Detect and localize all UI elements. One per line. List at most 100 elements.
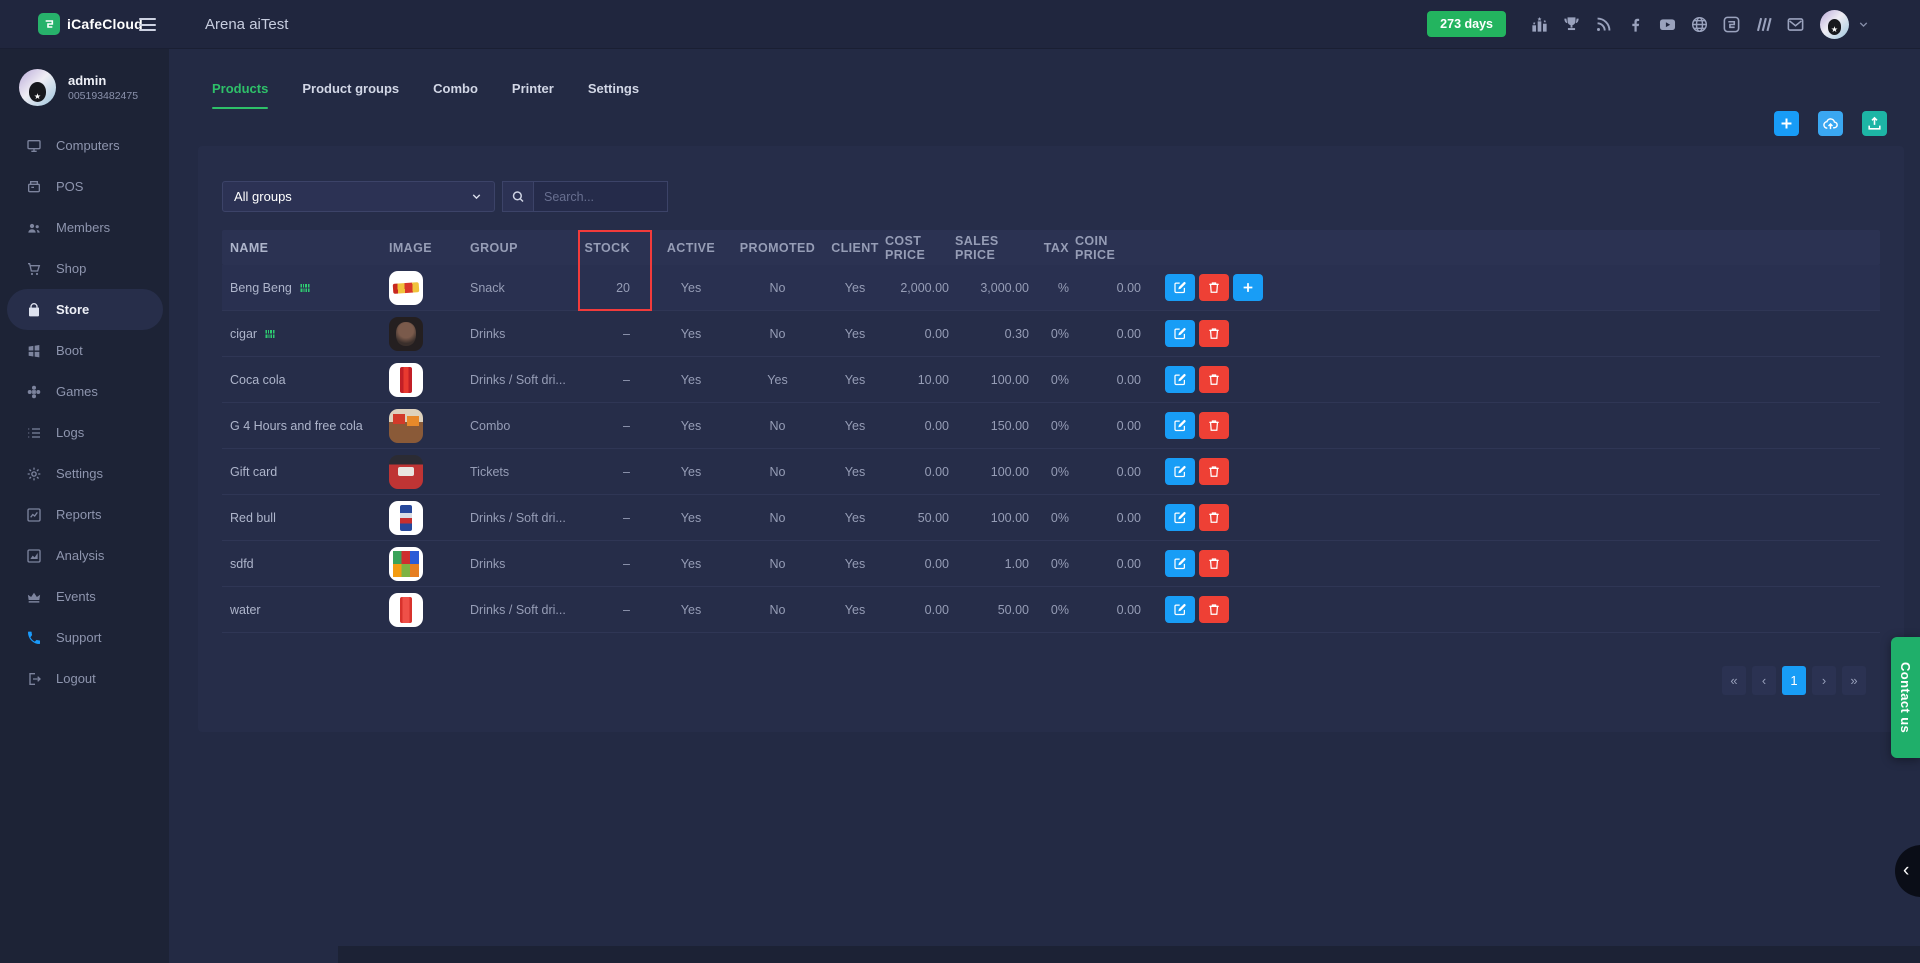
sidebar-item-label: Analysis: [56, 548, 104, 563]
column-header-cost-price[interactable]: COST PRICE: [885, 230, 955, 265]
cell-promoted: No: [730, 587, 825, 632]
contact-us-button[interactable]: Contact us: [1891, 637, 1920, 758]
rss-icon[interactable]: [1594, 15, 1613, 34]
tab-product-groups[interactable]: Product groups: [302, 81, 399, 109]
user-avatar[interactable]: [1820, 10, 1849, 39]
facebook-icon[interactable]: [1626, 15, 1645, 34]
pagination-prev[interactable]: ‹: [1752, 666, 1776, 695]
search-icon[interactable]: [502, 181, 534, 212]
sidebar-item-support[interactable]: Support: [7, 617, 163, 658]
layers-icon[interactable]: [1754, 15, 1773, 34]
shop-icon: [26, 261, 42, 277]
delete-product-button[interactable]: [1199, 412, 1229, 439]
upload-button[interactable]: [1862, 111, 1887, 136]
column-header-image[interactable]: IMAGE: [385, 230, 462, 265]
delete-product-button[interactable]: [1199, 550, 1229, 577]
table-row-beng-beng: Beng BengSnack20YesNoYes2,000.003,000.00…: [222, 265, 1880, 311]
globe-icon[interactable]: [1690, 15, 1709, 34]
hamburger-menu-icon[interactable]: [139, 18, 156, 31]
cell-cost-price: 10.00: [885, 357, 955, 402]
sidebar-avatar[interactable]: [19, 69, 56, 106]
cell-active: Yes: [652, 495, 730, 540]
user-id: 005193482475: [68, 90, 138, 102]
youtube-icon[interactable]: [1658, 15, 1677, 34]
chevron-down-icon[interactable]: [1857, 18, 1870, 31]
column-header-group[interactable]: GROUP: [462, 230, 578, 265]
sidebar-menu: ComputersPOSMembersShopStoreBootGamesLog…: [0, 116, 169, 699]
sidebar-item-boot[interactable]: Boot: [7, 330, 163, 371]
table-toolbar: All groups: [222, 181, 1880, 212]
sidebar-item-settings[interactable]: Settings: [7, 453, 163, 494]
plus-button[interactable]: [1774, 111, 1799, 136]
events-icon: [26, 589, 42, 605]
sidebar-item-games[interactable]: Games: [7, 371, 163, 412]
cell-cost-price: 0.00: [885, 311, 955, 356]
delete-product-button[interactable]: [1199, 596, 1229, 623]
sidebar-item-members[interactable]: Members: [7, 207, 163, 248]
license-days-badge[interactable]: 273 days: [1427, 11, 1506, 37]
column-header-coin-price[interactable]: COIN PRICE: [1075, 230, 1147, 265]
sidebar-item-logs[interactable]: Logs: [7, 412, 163, 453]
ranking-icon[interactable]: [1530, 15, 1549, 34]
column-header-client[interactable]: CLIENT: [825, 230, 885, 265]
cell-actions: [1147, 449, 1277, 494]
edit-product-button[interactable]: [1165, 366, 1195, 393]
column-header-stock[interactable]: STOCK: [578, 230, 652, 265]
sidebar-item-store[interactable]: Store: [7, 289, 163, 330]
delete-product-button[interactable]: [1199, 504, 1229, 531]
edit-product-button[interactable]: [1165, 320, 1195, 347]
group-filter-select[interactable]: All groups: [222, 181, 495, 212]
column-header-sales-price[interactable]: SALES PRICE: [955, 230, 1035, 265]
edit-product-button[interactable]: [1165, 550, 1195, 577]
tab-settings[interactable]: Settings: [588, 81, 639, 109]
pagination-last[interactable]: »: [1842, 666, 1866, 695]
delete-product-button[interactable]: [1199, 366, 1229, 393]
column-header-active[interactable]: ACTIVE: [652, 230, 730, 265]
product-image: [389, 501, 423, 535]
brand-name: iCafeCloud: [67, 16, 143, 32]
cell-sales-price: 0.30: [955, 311, 1035, 356]
mail-icon[interactable]: [1786, 15, 1805, 34]
add-product-button[interactable]: [1233, 274, 1263, 301]
column-header-name[interactable]: NAME: [222, 230, 385, 265]
cell-actions: [1147, 357, 1277, 402]
edit-product-button[interactable]: [1165, 596, 1195, 623]
delete-product-button[interactable]: [1199, 320, 1229, 347]
cloud-upload-button[interactable]: [1818, 111, 1843, 136]
cell-filler: [1277, 311, 1880, 356]
sidebar-item-pos[interactable]: POS: [7, 166, 163, 207]
cell-promoted: No: [730, 311, 825, 356]
settings-icon: [26, 466, 42, 482]
pagination-first[interactable]: «: [1722, 666, 1746, 695]
sidebar-item-shop[interactable]: Shop: [7, 248, 163, 289]
cell-group: Tickets: [462, 449, 578, 494]
pagination-next[interactable]: ›: [1812, 666, 1836, 695]
cell-client: Yes: [825, 449, 885, 494]
pagination-page[interactable]: 1: [1782, 666, 1806, 695]
cell-group: Drinks / Soft dri...: [462, 587, 578, 632]
sidebar-item-computers[interactable]: Computers: [7, 125, 163, 166]
delete-product-button[interactable]: [1199, 458, 1229, 485]
sidebar-item-reports[interactable]: Reports: [7, 494, 163, 535]
delete-product-button[interactable]: [1199, 274, 1229, 301]
tab-printer[interactable]: Printer: [512, 81, 554, 109]
edit-product-button[interactable]: [1165, 504, 1195, 531]
boot-icon: [26, 343, 42, 359]
cell-name: G 4 Hours and free cola: [222, 403, 385, 448]
icafecloud-icon[interactable]: [1722, 15, 1741, 34]
edit-product-button[interactable]: [1165, 274, 1195, 301]
tab-products[interactable]: Products: [212, 81, 268, 109]
search-input[interactable]: [534, 181, 668, 212]
sidebar-item-logout[interactable]: Logout: [7, 658, 163, 699]
column-header-tax[interactable]: TAX: [1035, 230, 1075, 265]
tab-combo[interactable]: Combo: [433, 81, 478, 109]
column-header-promoted[interactable]: PROMOTED: [730, 230, 825, 265]
cell-filler: [1277, 449, 1880, 494]
column-header-filler: [1277, 230, 1880, 265]
sidebar-item-analysis[interactable]: Analysis: [7, 535, 163, 576]
edit-product-button[interactable]: [1165, 412, 1195, 439]
trophy-icon[interactable]: [1562, 15, 1581, 34]
sidebar-item-events[interactable]: Events: [7, 576, 163, 617]
table-row-red-bull: Red bullDrinks / Soft dri...–YesNoYes50.…: [222, 495, 1880, 541]
edit-product-button[interactable]: [1165, 458, 1195, 485]
